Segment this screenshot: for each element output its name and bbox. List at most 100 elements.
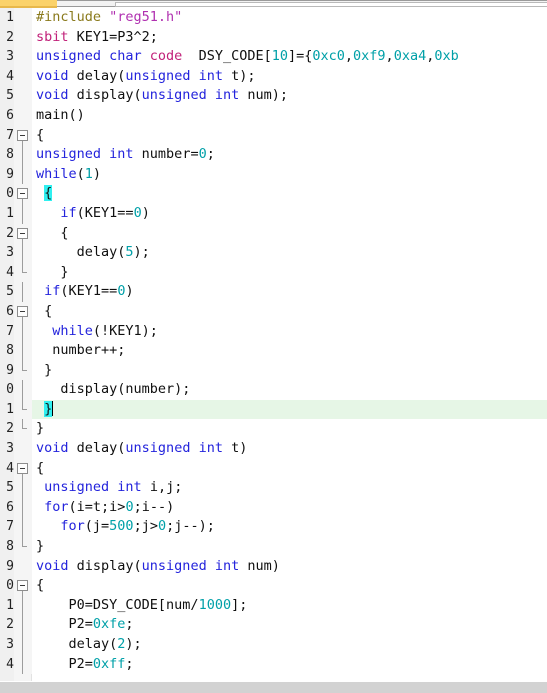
fold-guide-line	[14, 478, 32, 498]
horizontal-scrollbar-top-track[interactable]	[57, 0, 547, 7]
horizontal-scrollbar-bottom[interactable]	[0, 681, 547, 693]
line-number: 7	[0, 321, 14, 342]
code-editor-window: 1 #include "reg51.h" 2 sbit KEY1=P3^2; 3 unsi…	[0, 0, 547, 693]
code-line[interactable]: 5 void display(unsigned int num);	[0, 86, 547, 106]
fold-collapse-icon[interactable]	[14, 125, 32, 146]
code-line[interactable]: 6 for(i=t;i>0;i--)	[0, 497, 547, 518]
code-editor-area[interactable]: 1 #include "reg51.h" 2 sbit KEY1=P3^2; 3 unsi…	[0, 8, 547, 681]
code-line[interactable]: 2}	[0, 419, 547, 440]
code-token: }	[36, 538, 45, 555]
code-token: );	[133, 244, 150, 261]
fold-end-icon	[14, 360, 32, 381]
code-line[interactable]: 9 while(1)	[0, 164, 547, 185]
fold-gutter-empty	[14, 86, 32, 106]
fold-guide-line	[14, 243, 32, 263]
fold-collapse-icon[interactable]	[14, 184, 32, 205]
code-token: code	[149, 48, 183, 65]
code-line[interactable]: 1 if(KEY1==0)	[0, 203, 547, 224]
line-number: 7	[0, 125, 14, 146]
code-line[interactable]: 0 display(number);	[0, 380, 547, 400]
code-line[interactable]: 3 delay(2);	[0, 635, 547, 655]
code-token: unsigned int	[44, 479, 142, 496]
code-token: ;j>	[133, 518, 158, 535]
code-line[interactable]: 6 {	[0, 301, 547, 322]
code-text: }	[33, 419, 547, 439]
line-number: 3	[0, 47, 14, 67]
code-token: 0	[125, 498, 134, 515]
code-line[interactable]: 4{	[0, 458, 547, 479]
code-line[interactable]: 3 unsigned char code DSY_CODE[10]={0xc0,0…	[0, 47, 547, 67]
code-text: while(!KEY1);	[33, 322, 547, 342]
code-text: for(i=t;i>0;i--)	[33, 498, 547, 518]
line-number: 6	[0, 497, 14, 518]
code-text: void display(unsigned int num)	[33, 557, 547, 577]
code-line[interactable]: 2 sbit KEY1=P3^2;	[0, 27, 547, 48]
code-token: i,j;	[141, 479, 183, 496]
fold-guide-line	[14, 635, 32, 655]
fold-guide-line	[14, 164, 32, 185]
code-token: {	[36, 224, 69, 241]
code-line[interactable]: 8}	[0, 537, 547, 557]
code-line[interactable]: 2 P2=0xfe;	[0, 615, 547, 635]
code-line[interactable]: 1 P0=DSY_CODE[num/1000];	[0, 595, 547, 616]
code-line[interactable]: 6 main()	[0, 105, 547, 126]
code-token: (KEY1==	[76, 204, 134, 221]
code-line[interactable]: 4 }	[0, 262, 547, 283]
code-token: }	[44, 400, 53, 417]
fold-collapse-icon[interactable]	[14, 576, 32, 597]
code-line[interactable]: 8 number++;	[0, 341, 547, 361]
horizontal-scrollbar-top-thumb[interactable]	[115, 2, 547, 7]
code-line[interactable]: 7 for(j=500;j>0;j--);	[0, 517, 547, 538]
code-line[interactable]: 3 void delay(unsigned int t)	[0, 439, 547, 459]
code-token: main()	[36, 106, 85, 123]
code-token: void	[36, 440, 69, 457]
editor-top-bar	[0, 0, 547, 8]
code-line[interactable]: 1 }	[0, 399, 547, 420]
fold-end-icon	[14, 399, 32, 420]
code-token: ,	[385, 48, 394, 65]
code-token: num)	[239, 557, 280, 574]
line-number: 0	[0, 184, 14, 204]
code-line[interactable]: 3 delay(5);	[0, 243, 547, 263]
fold-guide-line	[14, 341, 32, 361]
code-token: display(number);	[36, 381, 191, 398]
code-line[interactable]: 1 #include "reg51.h"	[0, 8, 547, 28]
code-line[interactable]: 0{	[0, 576, 547, 597]
code-line[interactable]: 5 unsigned int i,j;	[0, 478, 547, 498]
code-text: number++;	[33, 341, 547, 361]
fold-guide-line	[14, 654, 32, 675]
fold-end-icon	[14, 419, 32, 440]
code-line[interactable]: 7 while(!KEY1);	[0, 321, 547, 342]
code-token: if	[60, 204, 77, 221]
code-text: void delay(unsigned int t);	[33, 67, 547, 87]
code-text: delay(2);	[33, 635, 547, 655]
fold-collapse-icon[interactable]	[14, 223, 32, 244]
fold-guide-line	[14, 321, 32, 342]
code-token: number++;	[36, 342, 126, 359]
code-token: }	[36, 420, 45, 437]
fold-collapse-icon[interactable]	[14, 458, 32, 479]
code-line[interactable]: 9 void display(unsigned int num)	[0, 556, 547, 577]
code-line[interactable]: 4 P2=0xff;	[0, 654, 547, 675]
code-token: {	[36, 302, 53, 319]
code-line[interactable]: 8 unsigned int number=0;	[0, 145, 547, 165]
code-token: (j=	[84, 518, 110, 535]
line-number: 9	[0, 556, 14, 577]
line-number: 8	[0, 145, 14, 165]
fold-end-icon	[14, 262, 32, 283]
code-line[interactable]: 4 void delay(unsigned int t);	[0, 66, 547, 87]
code-line[interactable]: 2 {	[0, 223, 547, 244]
code-token: P2=	[36, 616, 93, 633]
fold-gutter-empty	[14, 556, 32, 577]
code-line[interactable]: 7{	[0, 125, 547, 146]
code-token: 0	[133, 204, 142, 221]
code-line[interactable]: 9 }	[0, 360, 547, 381]
code-token: KEY1=P3^2;	[68, 28, 158, 45]
line-number: 4	[0, 66, 14, 87]
fold-collapse-icon[interactable]	[14, 301, 32, 322]
code-line[interactable]: 5 if(KEY1==0)	[0, 282, 547, 302]
code-line[interactable]: 0 {	[0, 184, 547, 205]
line-number: 4	[0, 654, 14, 675]
